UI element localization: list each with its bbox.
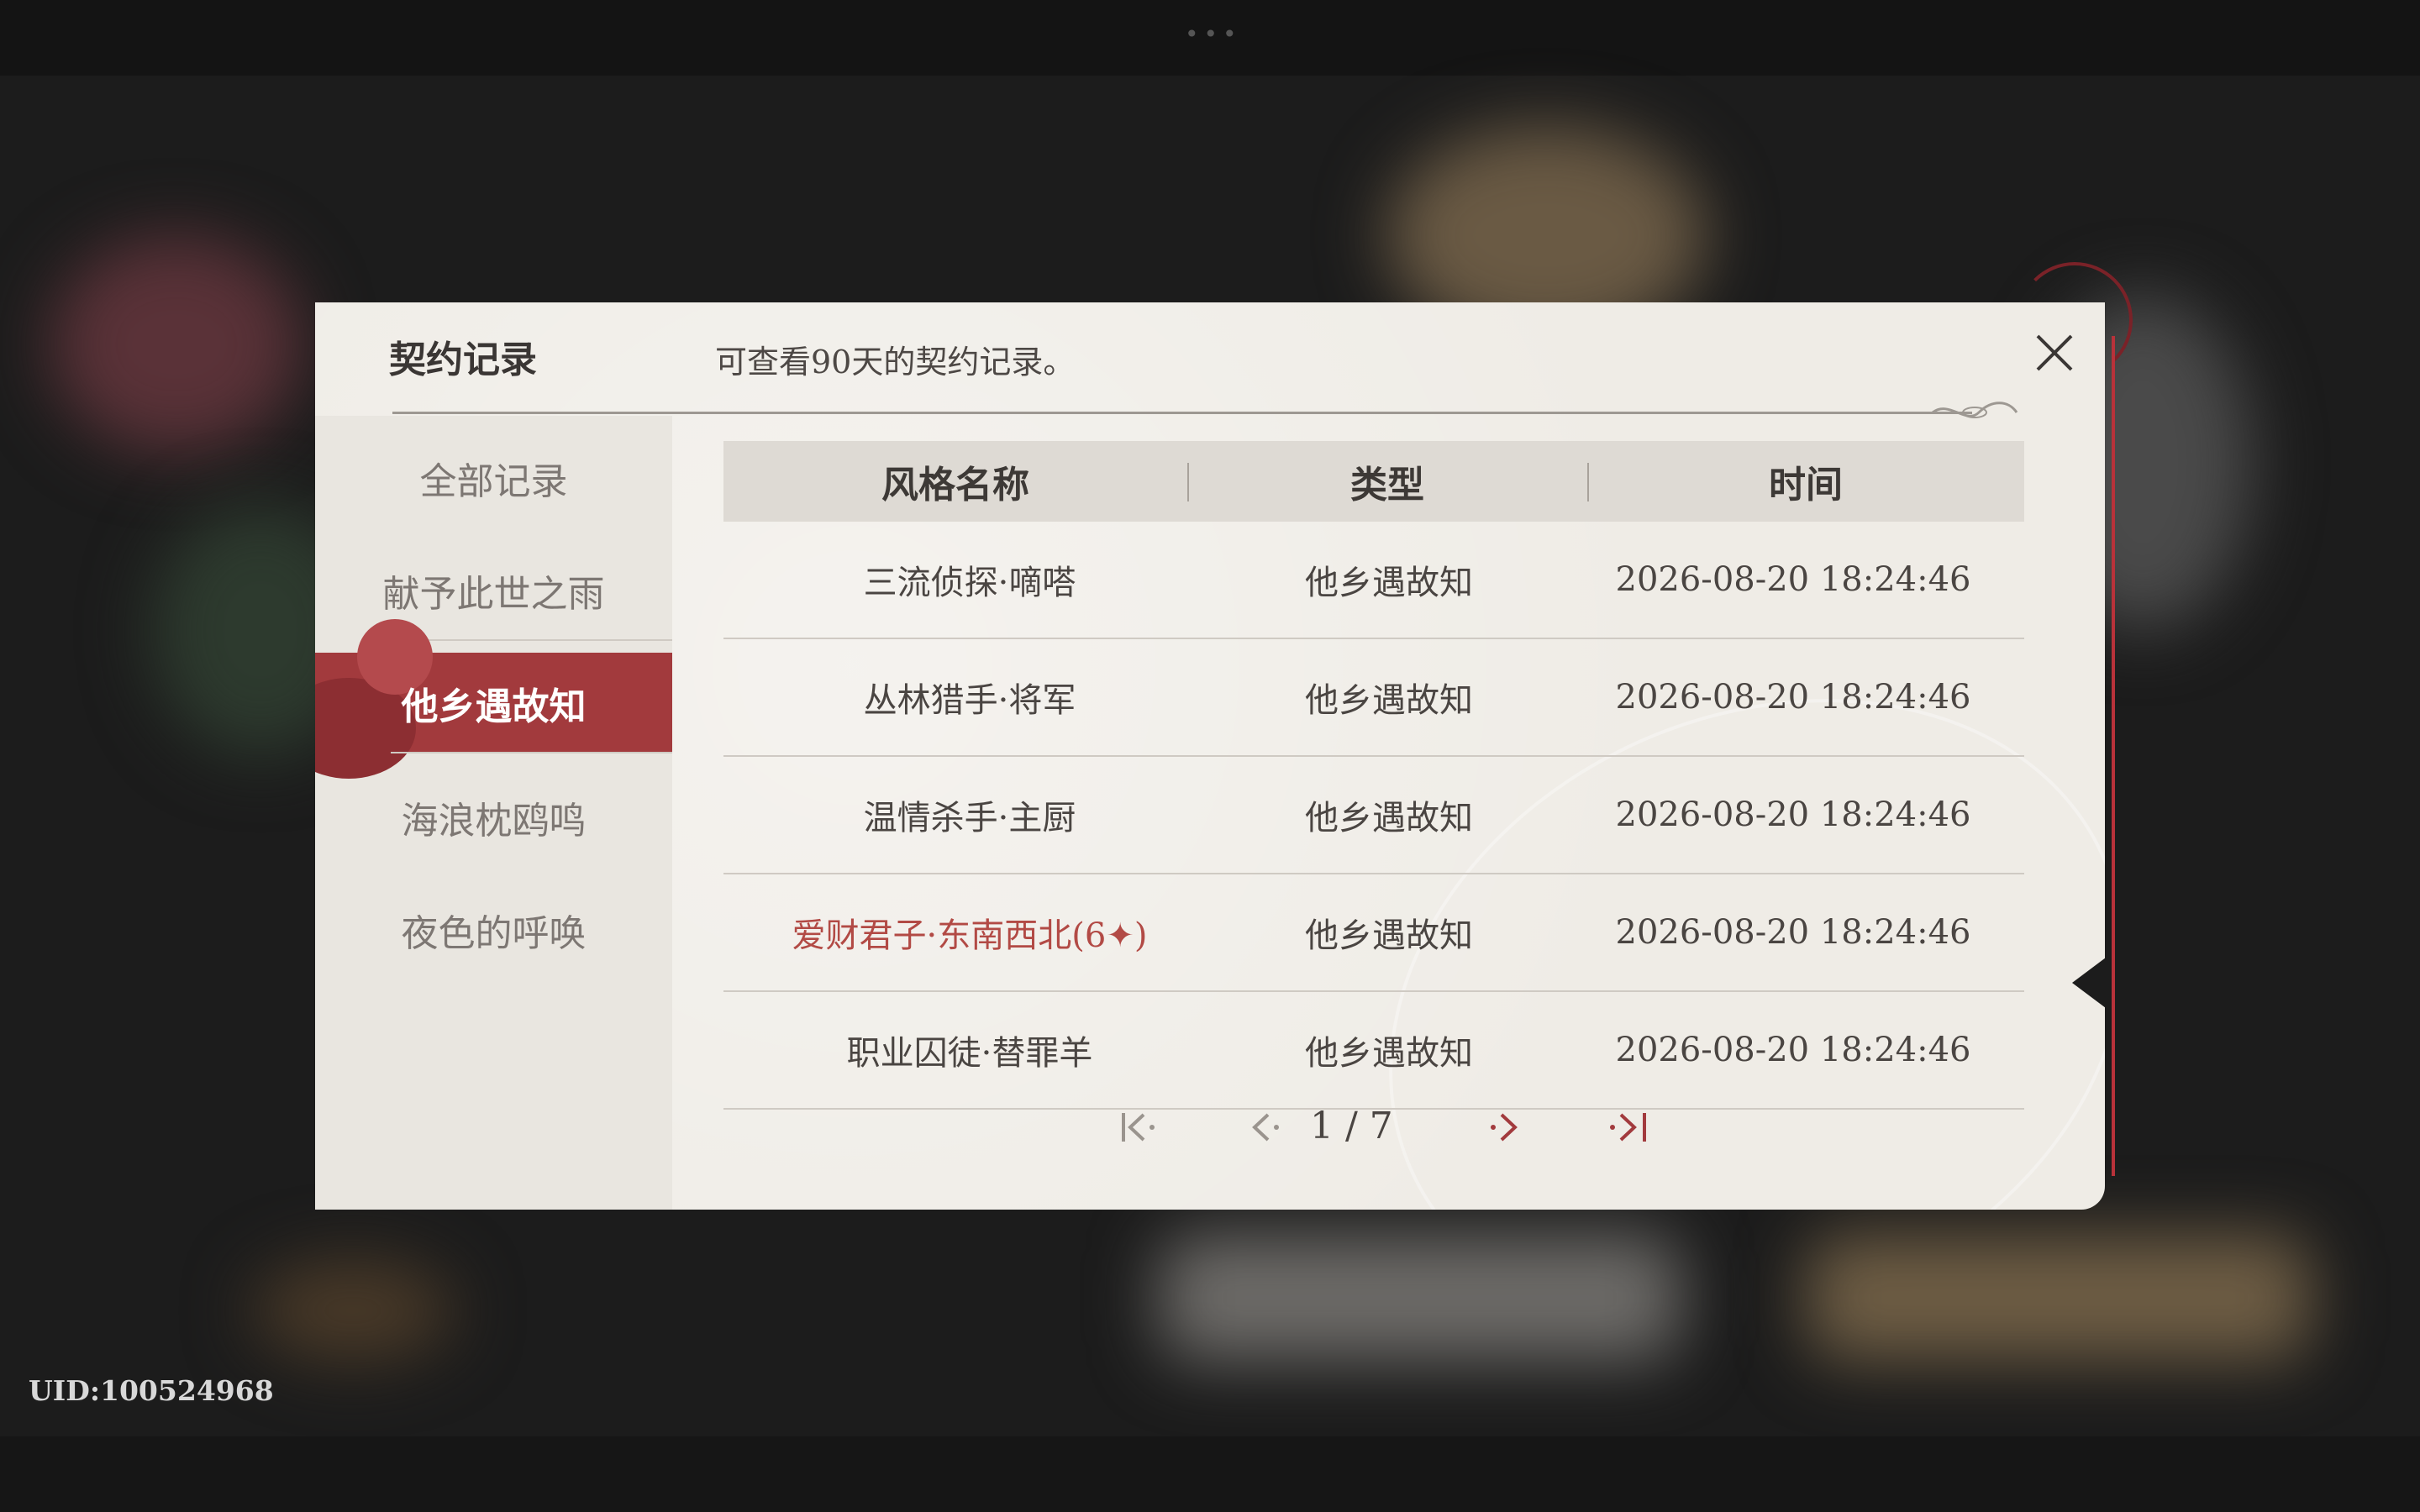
sidebar-item-sea-waves[interactable]: 海浪枕鸥鸣: [315, 767, 672, 868]
cell-style-name: 职业囚徒·替罪羊: [846, 1034, 1093, 1073]
cell-type: 他乡遇故知: [1305, 681, 1473, 720]
bg-shape: [1160, 1235, 1681, 1361]
table-row: 温情杀手·主厨 他乡遇故知 2026-08-20 18:24:46: [723, 757, 2024, 874]
cell-style-name: 爱财君子·东南西北(6✦): [792, 916, 1148, 955]
cell-time: 2026-08-20 18:24:46: [1615, 560, 1971, 599]
column-header-style-name: 风格名称: [881, 464, 1029, 507]
dialog-subtitle: 可查看90天的契约记录。: [715, 344, 1076, 381]
sidebar-item-rain[interactable]: 献予此世之雨: [315, 540, 672, 641]
cell-time: 2026-08-20 18:24:46: [1615, 1031, 1971, 1069]
flourish-icon: [1932, 402, 2018, 418]
cell-type: 他乡遇故知: [1305, 564, 1473, 602]
cell-style-name: 丛林猎手·将军: [863, 681, 1076, 720]
column-separator: [1587, 463, 1589, 501]
column-header-type: 类型: [1350, 464, 1424, 507]
first-page-icon: [1122, 1113, 1155, 1142]
sidebar-item-all-records[interactable]: 全部记录: [315, 428, 672, 528]
next-page-icon: [1491, 1113, 1518, 1142]
uid-label: UID:100524968: [29, 1374, 274, 1407]
close-button[interactable]: [2029, 328, 2080, 378]
cell-type: 他乡遇故知: [1305, 799, 1473, 837]
drag-handle-icon[interactable]: •••: [1185, 20, 1242, 48]
bg-shape: [252, 1260, 454, 1361]
cell-style-name: 三流侦探·嘀嗒: [863, 564, 1076, 602]
bottom-bar: [0, 1436, 2420, 1512]
next-page-button[interactable]: [1481, 1106, 1532, 1148]
sidebar-item-label: 海浪枕鸥鸣: [401, 800, 587, 843]
header-divider: [392, 412, 1972, 414]
cell-type: 他乡遇故知: [1305, 916, 1473, 955]
table-header: 风格名称 类型 时间: [723, 441, 2024, 522]
sidebar-item-night-call[interactable]: 夜色的呼唤: [315, 879, 672, 980]
bg-shape: [1807, 1235, 2311, 1361]
contract-records-dialog: 契约记录 可查看90天的契约记录。 全部记录 献予此世之雨 他乡遇故知 海浪枕鸥鸣 夜色…: [315, 302, 2105, 1210]
pagination: 1 / 7: [723, 1100, 2024, 1158]
sidebar-divider: [391, 752, 672, 753]
prev-page-button[interactable]: [1239, 1106, 1290, 1148]
table-row: 三流侦探·嘀嗒 他乡遇故知 2026-08-20 18:24:46: [723, 522, 2024, 639]
last-page-button[interactable]: [1604, 1106, 1655, 1148]
cell-style-name: 温情杀手·主厨: [863, 799, 1076, 837]
cell-time: 2026-08-20 18:24:46: [1615, 678, 1971, 717]
column-separator: [1187, 463, 1189, 501]
table-row: 丛林猎手·将军 他乡遇故知 2026-08-20 18:24:46: [723, 639, 2024, 757]
decorative-red-line: [2112, 336, 2115, 1176]
cell-type: 他乡遇故知: [1305, 1034, 1473, 1073]
sidebar: 全部记录献予此世之雨 他乡遇故知海浪枕鸥鸣夜色的呼唤: [315, 416, 672, 1210]
dialog-title: 契约记录: [389, 339, 537, 381]
bg-shape: [50, 235, 302, 454]
cell-time: 2026-08-20 18:24:46: [1615, 795, 1971, 834]
sidebar-divider: [391, 639, 672, 641]
table-row: 爱财君子·东南西北(6✦) 他乡遇故知 2026-08-20 18:24:46: [723, 874, 2024, 992]
table-row: 职业囚徒·替罪羊 他乡遇故知 2026-08-20 18:24:46: [723, 992, 2024, 1110]
prev-page-icon: [1252, 1113, 1279, 1142]
sidebar-item-label: 夜色的呼唤: [401, 912, 587, 955]
page-indicator: 1 / 7: [1310, 1105, 1393, 1147]
first-page-button[interactable]: [1115, 1106, 1165, 1148]
sidebar-item-label: 他乡遇故知: [401, 685, 587, 728]
last-page-icon: [1610, 1113, 1646, 1142]
panel-notch: [2072, 958, 2106, 1008]
cell-time: 2026-08-20 18:24:46: [1615, 913, 1971, 952]
column-header-time: 时间: [1769, 464, 1843, 507]
sidebar-item-old-friend[interactable]: 他乡遇故知: [315, 619, 672, 779]
sidebar-item-label: 献予此世之雨: [382, 573, 605, 616]
records-table: 风格名称 类型 时间 三流侦探·嘀嗒 他乡遇故知 2026-08-20 18:24:46 丛…: [723, 441, 2024, 1147]
sidebar-item-label: 全部记录: [419, 460, 568, 503]
close-icon: [2036, 334, 2073, 371]
